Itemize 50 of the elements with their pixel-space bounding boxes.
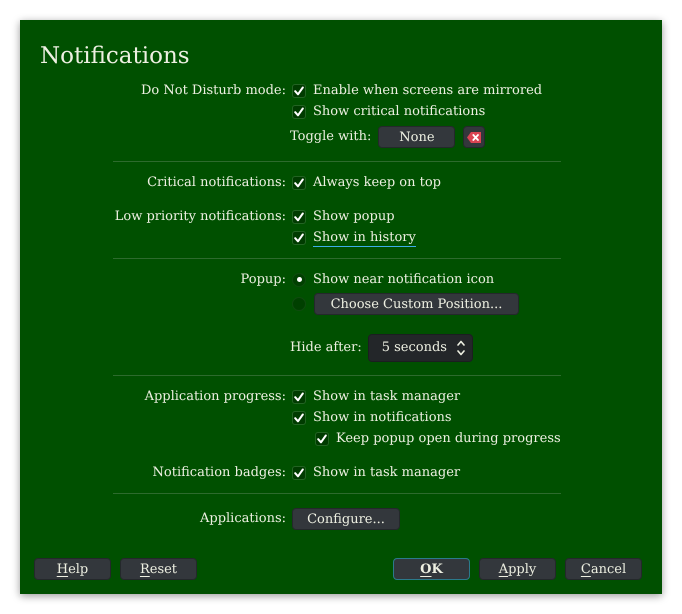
checkmark-icon — [317, 434, 327, 444]
checkmark-icon — [294, 468, 304, 478]
checkmark-icon — [294, 86, 304, 96]
checkbox-label[interactable]: Show in task manager — [313, 464, 460, 482]
choose-position-button[interactable]: Choose Custom Position... — [314, 293, 519, 315]
dialog-button[interactable]: Help — [34, 558, 111, 580]
checkbox[interactable] — [292, 84, 306, 98]
page-title: Notifications — [40, 42, 190, 70]
form-label: Do Not Disturb mode: — [140, 82, 286, 100]
spinbox[interactable]: 5 seconds — [368, 334, 473, 362]
clear-button[interactable] — [463, 126, 486, 148]
form-label: Low priority notifications: — [114, 208, 286, 226]
checkbox-label[interactable]: Show critical notifications — [313, 102, 486, 120]
toggle-label: Toggle with: — [290, 128, 372, 146]
radio-label[interactable]: Show near notification icon — [313, 271, 494, 288]
dialog-button[interactable]: Reset — [120, 558, 197, 580]
checkbox[interactable] — [292, 104, 306, 118]
checkbox-label[interactable]: Show in notifications — [313, 408, 452, 426]
checkbox-label[interactable]: Show in history — [313, 228, 416, 246]
checkbox-label[interactable]: Show in task manager — [313, 388, 460, 406]
checkbox[interactable] — [292, 210, 306, 224]
checkbox[interactable] — [292, 410, 306, 424]
checkbox-label[interactable]: Always keep on top — [313, 174, 441, 192]
radio-button[interactable] — [292, 272, 306, 286]
checkmark-icon — [294, 412, 304, 422]
checkbox-label[interactable]: Keep popup open during progress — [336, 430, 561, 448]
hide-after-label: Hide after: — [290, 339, 362, 358]
checkbox[interactable] — [292, 176, 306, 190]
checkmark-icon — [294, 212, 304, 222]
dialog-button[interactable]: OK — [393, 558, 470, 580]
clear-icon — [467, 132, 482, 142]
checkmark-icon — [294, 392, 304, 402]
configure-button[interactable]: Configure... — [292, 508, 400, 530]
shortcut-button[interactable]: None — [378, 126, 456, 148]
form-label: Critical notifications: — [147, 174, 286, 192]
checkbox[interactable] — [292, 390, 306, 404]
checkmark-icon — [294, 232, 304, 242]
dialog-button[interactable]: Cancel — [565, 558, 642, 580]
checkmark-icon — [294, 178, 304, 188]
checkbox[interactable] — [292, 230, 306, 244]
checkbox-label[interactable]: Show popup — [313, 208, 395, 226]
checkbox-label[interactable]: Enable when screens are mirrored — [313, 82, 542, 100]
checkmark-icon — [294, 106, 304, 116]
form-label: Application progress: — [144, 388, 286, 406]
form-label: Applications: — [200, 510, 286, 528]
checkbox[interactable] — [315, 432, 329, 446]
form-label: Notification badges: — [152, 464, 286, 482]
dialog-button[interactable]: Apply — [479, 558, 556, 580]
form-label: Popup: — [240, 271, 286, 289]
checkbox[interactable] — [292, 466, 306, 480]
